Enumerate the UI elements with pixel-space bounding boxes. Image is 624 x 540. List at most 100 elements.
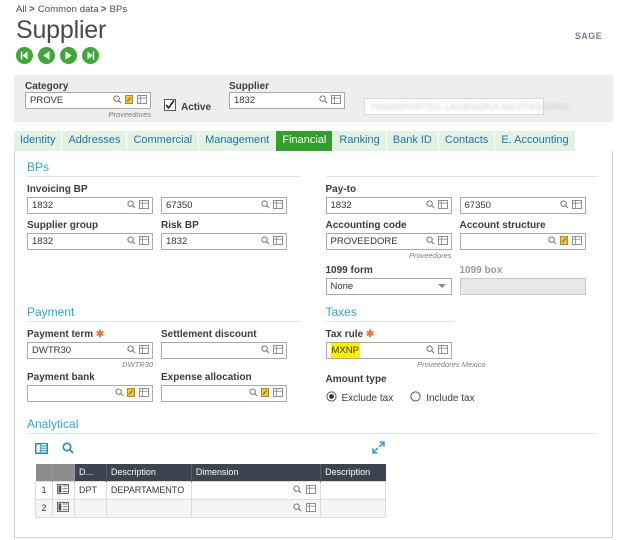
search-icon[interactable] <box>127 235 136 248</box>
selection-grid-icon[interactable] <box>139 387 149 400</box>
selection-grid-icon[interactable] <box>273 199 283 212</box>
cell-description[interactable]: DEPARTAMENTO <box>105 480 192 500</box>
tax-rule-input[interactable]: MXNP <box>325 342 452 359</box>
expand-grid-icon[interactable] <box>372 441 385 459</box>
cell-dimension-type[interactable]: DPT <box>73 480 107 500</box>
search-icon[interactable] <box>559 199 569 212</box>
tab-ranking[interactable]: Ranking <box>333 131 386 151</box>
search-icon[interactable] <box>261 235 270 248</box>
last-record-icon[interactable] <box>82 47 99 64</box>
supplier-input[interactable]: 1832 <box>229 92 345 109</box>
grid-view-icon[interactable] <box>35 441 48 459</box>
cell-description[interactable] <box>105 498 192 518</box>
search-icon[interactable] <box>113 94 122 107</box>
cell-dimension-description[interactable] <box>320 498 386 518</box>
search-icon[interactable] <box>425 199 435 212</box>
selection-grid-icon[interactable] <box>137 94 147 107</box>
selection-grid-icon[interactable] <box>571 235 582 248</box>
table-row[interactable]: 1 DPT DEPARTAMENTO <box>35 480 386 500</box>
row-detail-icon[interactable] <box>57 484 70 496</box>
jump-to-icon[interactable] <box>125 94 134 107</box>
tab-contacts[interactable]: Contacts <box>438 131 495 151</box>
pay-to-secondary-input[interactable]: 67350 <box>459 197 586 214</box>
breadcrumb-item-bps[interactable]: BPs <box>110 4 128 15</box>
record-header-panel: Category PROVE Proveedores Active Suppli… <box>14 75 613 122</box>
search-icon[interactable] <box>293 485 302 496</box>
search-icon[interactable] <box>127 344 136 357</box>
cell-dimension-type[interactable] <box>73 498 107 518</box>
row-detail-icon[interactable] <box>57 502 70 514</box>
tab-management[interactable]: Management <box>199 131 276 151</box>
search-icon[interactable] <box>261 344 270 357</box>
radio-exclude-tax[interactable]: Exclude tax <box>325 391 393 405</box>
active-checkbox-field[interactable]: Active <box>164 98 211 116</box>
cell-dimension-description[interactable] <box>320 480 386 500</box>
jump-to-icon[interactable] <box>261 387 270 400</box>
invoicing-bp-secondary-input[interactable]: 67350 <box>161 197 287 214</box>
selection-grid-icon[interactable] <box>306 502 316 514</box>
tab-identity[interactable]: Identity <box>14 131 62 151</box>
payment-term-input[interactable]: DWTR30 <box>27 342 153 359</box>
search-icon[interactable] <box>115 387 124 400</box>
jump-to-icon[interactable] <box>559 235 569 248</box>
tab-financial[interactable]: Financial <box>276 131 333 151</box>
selection-grid-icon[interactable] <box>306 484 316 496</box>
column-header-rownum[interactable] <box>35 464 53 481</box>
breadcrumb-item-all[interactable]: All <box>16 4 27 15</box>
selection-grid-icon[interactable] <box>437 344 448 357</box>
invoicing-bp-input[interactable]: 1832 <box>27 197 153 214</box>
column-header-dimension-description[interactable]: Description <box>320 464 386 481</box>
column-header-select[interactable] <box>52 464 75 481</box>
tab-e-accounting[interactable]: E. Accounting <box>495 131 575 151</box>
accounting-code-input[interactable]: PROVEEDORE <box>325 233 452 250</box>
supplier-group-input[interactable]: 1832 <box>27 233 153 250</box>
selection-grid-icon[interactable] <box>273 344 283 357</box>
selection-grid-icon[interactable] <box>139 235 149 248</box>
search-icon[interactable] <box>425 344 435 357</box>
account-structure-input[interactable] <box>459 233 586 250</box>
risk-bp-input[interactable]: 1832 <box>161 233 287 250</box>
next-record-icon[interactable] <box>60 47 77 64</box>
section-divider <box>27 176 300 177</box>
selection-grid-icon[interactable] <box>273 387 283 400</box>
settlement-discount-input[interactable] <box>161 342 287 359</box>
chevron-down-icon[interactable] <box>437 281 446 292</box>
table-row[interactable]: 2 <box>35 498 386 518</box>
tab-bank-id[interactable]: Bank ID <box>386 131 438 151</box>
search-icon[interactable] <box>249 387 258 400</box>
selection-grid-icon[interactable] <box>437 235 448 248</box>
selection-grid-icon[interactable] <box>437 199 448 212</box>
category-input[interactable]: PROVE <box>25 92 151 109</box>
column-header-description[interactable]: Description <box>106 464 192 481</box>
cell-dimension[interactable] <box>190 480 322 500</box>
selection-grid-icon[interactable] <box>139 199 149 212</box>
payment-bank-input[interactable] <box>27 385 153 402</box>
column-header-dimension[interactable]: Dimension <box>191 464 322 481</box>
search-icon[interactable] <box>425 235 435 248</box>
cell-dimension[interactable] <box>190 498 322 518</box>
first-record-icon[interactable] <box>16 47 33 64</box>
radio-include-tax[interactable]: Include tax <box>410 391 475 405</box>
selection-grid-icon[interactable] <box>571 199 582 212</box>
search-icon[interactable] <box>62 441 74 459</box>
checkbox-checked-icon[interactable] <box>164 98 176 116</box>
form-1099-select[interactable]: None <box>325 278 452 295</box>
search-icon[interactable] <box>319 94 328 107</box>
search-icon[interactable] <box>261 199 270 212</box>
tab-addresses[interactable]: Addresses <box>62 131 127 151</box>
selection-grid-icon[interactable] <box>331 94 341 107</box>
search-icon[interactable] <box>547 235 557 248</box>
expense-allocation-input[interactable] <box>161 385 287 402</box>
column-header-dimension-type[interactable]: D... <box>74 464 107 481</box>
pay-to-input[interactable]: 1832 <box>325 197 452 214</box>
breadcrumb-item-common-data[interactable]: Common data <box>38 4 99 15</box>
jump-to-icon[interactable] <box>127 387 136 400</box>
search-icon[interactable] <box>127 199 136 212</box>
row-action-cell[interactable] <box>51 480 75 500</box>
tab-commercial[interactable]: Commercial <box>127 131 199 151</box>
selection-grid-icon[interactable] <box>273 235 283 248</box>
previous-record-icon[interactable] <box>38 47 55 64</box>
row-action-cell[interactable] <box>51 498 75 518</box>
search-icon[interactable] <box>293 503 302 514</box>
selection-grid-icon[interactable] <box>139 344 149 357</box>
